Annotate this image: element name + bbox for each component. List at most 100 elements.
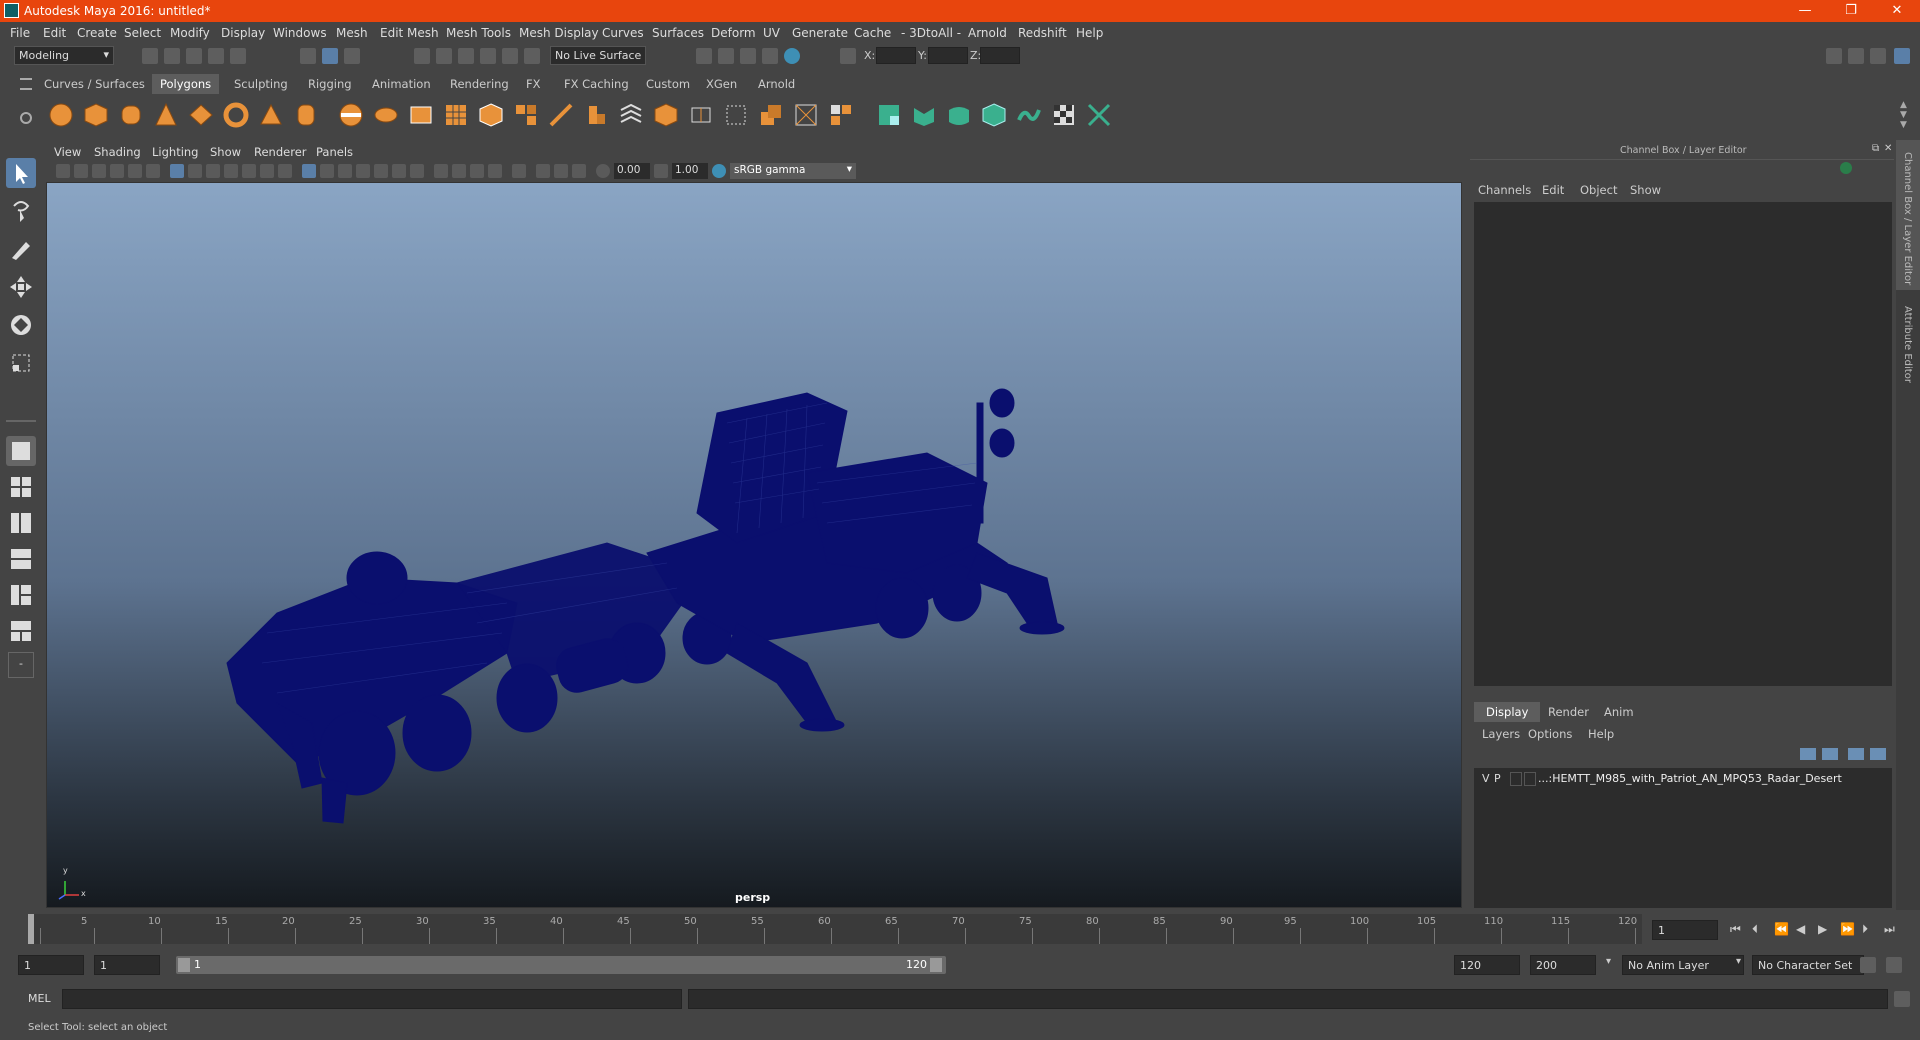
open-scene-icon[interactable] bbox=[164, 48, 180, 64]
menu-channels[interactable]: Channels bbox=[1478, 183, 1531, 197]
vp-menu-renderer[interactable]: Renderer bbox=[254, 145, 307, 159]
shadows-icon[interactable] bbox=[410, 164, 424, 178]
menu-show[interactable]: Show bbox=[1630, 183, 1661, 197]
wireframe-icon[interactable] bbox=[302, 164, 316, 178]
multisample-aa-icon[interactable] bbox=[470, 164, 484, 178]
tab-channel-box-layer-editor[interactable]: Channel Box / Layer Editor bbox=[1896, 140, 1920, 290]
safe-action-icon[interactable] bbox=[260, 164, 274, 178]
menu-deform[interactable]: Deform bbox=[711, 26, 756, 40]
menu-uv[interactable]: UV bbox=[763, 26, 780, 40]
grease-pencil-icon[interactable] bbox=[146, 164, 160, 178]
tab-anim[interactable]: Anim bbox=[1592, 702, 1646, 722]
multi-cut-icon[interactable] bbox=[548, 102, 574, 128]
z-coord-input[interactable] bbox=[980, 47, 1020, 64]
command-input[interactable] bbox=[62, 989, 682, 1009]
bevel-icon[interactable] bbox=[618, 102, 644, 128]
vp-menu-shading[interactable]: Shading bbox=[94, 145, 141, 159]
shelf-menu-icon[interactable] bbox=[20, 78, 32, 90]
gate-mask-icon[interactable] bbox=[224, 164, 238, 178]
range-slider-right-handle[interactable] bbox=[930, 958, 942, 972]
make-live-icon[interactable] bbox=[524, 48, 540, 64]
tab-fx[interactable]: FX bbox=[518, 74, 549, 94]
range-slider[interactable]: 1 120 bbox=[176, 956, 946, 974]
save-scene-icon[interactable] bbox=[186, 48, 202, 64]
mel-label[interactable]: MEL bbox=[28, 992, 51, 1005]
anim-layer-dropdown[interactable]: No Anim Layer bbox=[1622, 955, 1744, 975]
select-by-object-icon[interactable] bbox=[322, 48, 338, 64]
layer-row[interactable]: V P ...:HEMTT_M985_with_Patriot_AN_MPQ53… bbox=[1474, 770, 1892, 788]
move-layer-up-icon[interactable] bbox=[1800, 748, 1816, 760]
range-slider-left-handle[interactable] bbox=[178, 958, 190, 972]
play-forward-icon[interactable]: ▶ bbox=[1818, 922, 1827, 936]
gamma-icon[interactable] bbox=[654, 164, 668, 178]
backface-culling-icon[interactable] bbox=[572, 164, 586, 178]
channel-box-mode-icon[interactable] bbox=[1840, 162, 1852, 174]
x-coord-input[interactable] bbox=[876, 47, 916, 64]
layer-color-swatch[interactable] bbox=[1524, 772, 1536, 786]
menu-curves[interactable]: Curves bbox=[602, 26, 644, 40]
uv-spherical-icon[interactable] bbox=[946, 102, 972, 128]
hypershade-icon[interactable] bbox=[784, 48, 800, 64]
vp-menu-view[interactable]: View bbox=[54, 145, 81, 159]
menu-redshift[interactable]: Redshift bbox=[1018, 26, 1067, 40]
maximize-button[interactable]: ❐ bbox=[1828, 0, 1874, 22]
script-editor-icon[interactable] bbox=[1894, 991, 1910, 1007]
single-perspective-layout-icon[interactable] bbox=[6, 436, 36, 466]
menu-display[interactable]: Display bbox=[221, 26, 265, 40]
snap-live-icon[interactable] bbox=[502, 48, 518, 64]
transform-mode-icon[interactable] bbox=[840, 48, 856, 64]
go-to-start-icon[interactable]: ⏮ bbox=[1730, 922, 1741, 937]
new-scene-icon[interactable] bbox=[142, 48, 158, 64]
playback-start-input[interactable]: 1 bbox=[94, 955, 160, 975]
film-gate-icon[interactable] bbox=[188, 164, 202, 178]
reduce-icon[interactable] bbox=[793, 102, 819, 128]
poly-sphere-icon[interactable] bbox=[48, 102, 74, 128]
poly-pipe-icon[interactable] bbox=[293, 102, 319, 128]
isolate-select-icon[interactable] bbox=[512, 164, 526, 178]
motion-blur-icon[interactable] bbox=[452, 164, 466, 178]
menu-mesh-display[interactable]: Mesh Display bbox=[519, 26, 599, 40]
playback-end-input[interactable]: 120 bbox=[1454, 955, 1520, 975]
uv-checker-icon[interactable] bbox=[1051, 102, 1077, 128]
menu-mesh[interactable]: Mesh bbox=[336, 26, 368, 40]
time-slider[interactable]: 1 5 10 15 20 25 30 35 40 45 50 55 60 65 … bbox=[28, 914, 1642, 944]
node-editor-layout-icon[interactable] bbox=[6, 616, 36, 646]
exposure-icon[interactable] bbox=[596, 164, 610, 178]
smooth-icon[interactable] bbox=[758, 102, 784, 128]
menu-3dtoall[interactable]: - 3DtoAll - bbox=[901, 26, 961, 40]
uv-cut-sew-icon[interactable] bbox=[1086, 102, 1112, 128]
poly-plane-icon[interactable] bbox=[188, 102, 214, 128]
wireframe-on-shaded-icon[interactable] bbox=[356, 164, 370, 178]
y-coord-input[interactable] bbox=[928, 47, 968, 64]
new-layer-from-selected-icon[interactable] bbox=[1870, 748, 1886, 760]
poly-disc-icon[interactable] bbox=[373, 102, 399, 128]
use-all-lights-icon[interactable] bbox=[392, 164, 406, 178]
tab-xgen[interactable]: XGen bbox=[698, 74, 745, 94]
menu-help[interactable]: Help bbox=[1076, 26, 1103, 40]
poly-super-shape-icon[interactable] bbox=[338, 102, 364, 128]
chevron-down-icon[interactable]: ▾ bbox=[1736, 956, 1741, 967]
current-frame-input[interactable]: 1 bbox=[1652, 920, 1718, 940]
safe-title-icon[interactable] bbox=[278, 164, 292, 178]
poly-prism-icon[interactable] bbox=[258, 102, 284, 128]
move-tool-icon[interactable] bbox=[6, 272, 36, 302]
hypershade-layout-icon[interactable] bbox=[6, 580, 36, 610]
persp-graph-layout-icon[interactable] bbox=[6, 544, 36, 574]
play-backward-icon[interactable]: ◀ bbox=[1796, 922, 1805, 936]
poly-torus-icon[interactable] bbox=[223, 102, 249, 128]
poly-cylinder-icon[interactable] bbox=[118, 102, 144, 128]
tab-rigging[interactable]: Rigging bbox=[300, 74, 360, 94]
channel-box-toggle-icon[interactable] bbox=[1894, 48, 1910, 64]
layer-visibility-toggle[interactable]: V bbox=[1482, 772, 1490, 785]
animation-preferences-icon[interactable] bbox=[1886, 957, 1902, 973]
two-d-pan-zoom-icon[interactable] bbox=[128, 164, 142, 178]
separate-icon[interactable] bbox=[513, 102, 539, 128]
step-forward-key-icon[interactable]: ⏩ bbox=[1840, 922, 1855, 936]
tab-animation[interactable]: Animation bbox=[364, 74, 439, 94]
rotate-tool-icon[interactable] bbox=[6, 310, 36, 340]
snap-view-plane-icon[interactable] bbox=[480, 48, 496, 64]
menu-help[interactable]: Help bbox=[1588, 727, 1614, 741]
insert-edge-loop-icon[interactable] bbox=[723, 102, 749, 128]
menu-windows[interactable]: Windows bbox=[273, 26, 327, 40]
live-surface-field[interactable]: No Live Surface bbox=[550, 46, 646, 65]
